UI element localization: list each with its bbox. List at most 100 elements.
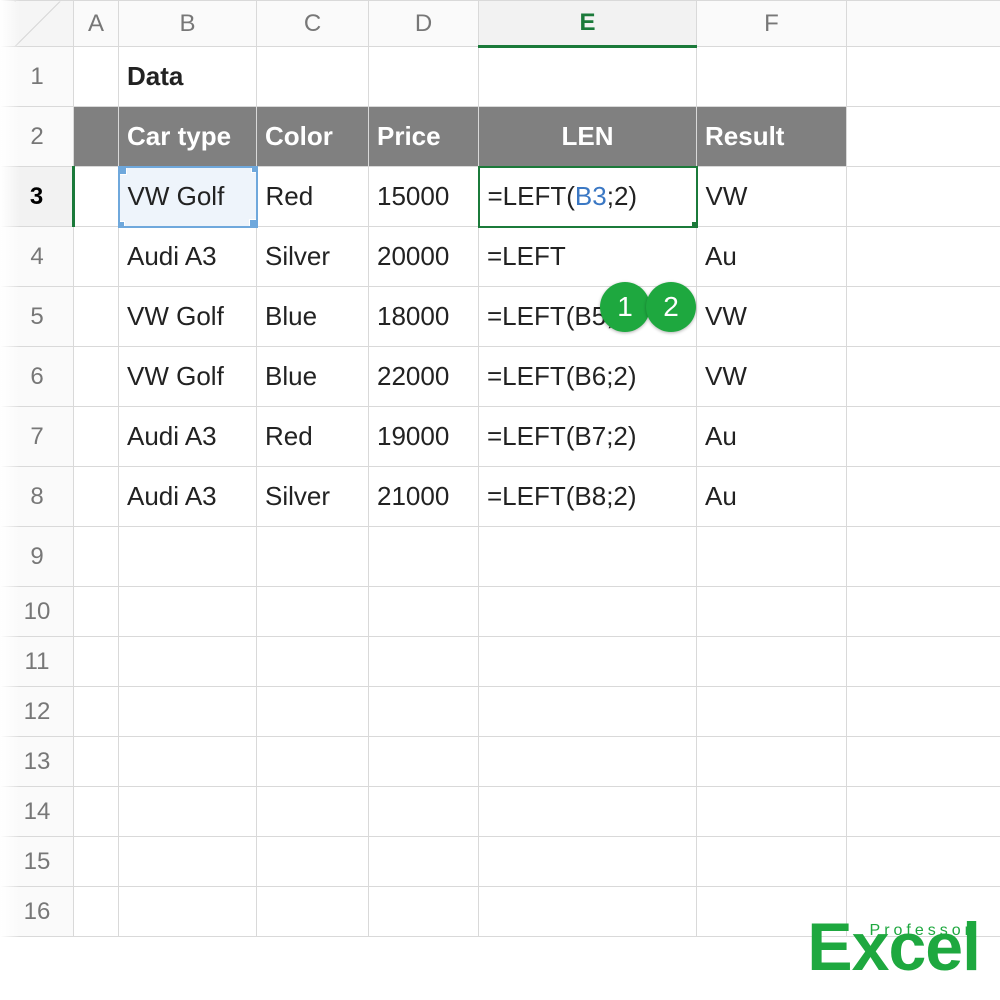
cell-A3[interactable] [74, 167, 119, 227]
cell-B3[interactable]: VW Golf [119, 167, 257, 227]
cell-C3[interactable]: Red [257, 167, 369, 227]
cell-C7[interactable]: Red [257, 407, 369, 467]
col-header-B[interactable]: B [119, 1, 257, 47]
cell-G8[interactable] [847, 467, 1000, 527]
row-header-10[interactable]: 10 [1, 587, 74, 637]
column-header-row: A B C D E F [1, 1, 1000, 47]
cell-A6[interactable] [74, 347, 119, 407]
cell-F4[interactable]: Au [697, 227, 847, 287]
row-header-13[interactable]: 13 [1, 737, 74, 787]
col-header-A[interactable]: A [74, 1, 119, 47]
cell-F6[interactable]: VW [697, 347, 847, 407]
cell-F1[interactable] [697, 47, 847, 107]
cell-G4[interactable] [847, 227, 1000, 287]
cell-F2[interactable]: Result [697, 107, 847, 167]
row-header-5[interactable]: 5 [1, 287, 74, 347]
col-header-F[interactable]: F [697, 1, 847, 47]
row-5: 5 VW Golf Blue 18000 =LEFT(B5;2) VW [1, 287, 1000, 347]
row-header-11[interactable]: 11 [1, 637, 74, 687]
cell-A2[interactable] [74, 107, 119, 167]
row-header-7[interactable]: 7 [1, 407, 74, 467]
cell-D8[interactable]: 21000 [369, 467, 479, 527]
row-12: 12 [1, 687, 1000, 737]
cell-A4[interactable] [74, 227, 119, 287]
cell-C4[interactable]: Silver [257, 227, 369, 287]
row-6: 6 VW Golf Blue 22000 =LEFT(B6;2) VW [1, 347, 1000, 407]
formula-suffix: ;2) [607, 181, 637, 211]
cell-D6[interactable]: 22000 [369, 347, 479, 407]
row-header-2[interactable]: 2 [1, 107, 74, 167]
cell-E6[interactable]: =LEFT(B6;2) [479, 347, 697, 407]
cell-B5[interactable]: VW Golf [119, 287, 257, 347]
cell-E8[interactable]: =LEFT(B8;2) [479, 467, 697, 527]
row-header-4[interactable]: 4 [1, 227, 74, 287]
cell-B1[interactable]: Data [119, 47, 257, 107]
cell-D7[interactable]: 19000 [369, 407, 479, 467]
col-header-D[interactable]: D [369, 1, 479, 47]
cell-D1[interactable] [369, 47, 479, 107]
cell-C6[interactable]: Blue [257, 347, 369, 407]
cell-G1[interactable] [847, 47, 1000, 107]
col-header-E[interactable]: E [479, 1, 697, 47]
cell-A1[interactable] [74, 47, 119, 107]
cell-G7[interactable] [847, 407, 1000, 467]
watermark-logo: Professor Excel [807, 925, 980, 972]
cell-F7[interactable]: Au [697, 407, 847, 467]
cell-D3[interactable]: 15000 [369, 167, 479, 227]
cell-A8[interactable] [74, 467, 119, 527]
select-all-corner[interactable] [1, 1, 74, 47]
cell-D2[interactable]: Price [369, 107, 479, 167]
cell-G5[interactable] [847, 287, 1000, 347]
cell-F3[interactable]: VW [697, 167, 847, 227]
cell-G3[interactable] [847, 167, 1000, 227]
cell-F5[interactable]: VW [697, 287, 847, 347]
row-9: 9 [1, 527, 1000, 587]
watermark-big: Excel [807, 909, 980, 985]
row-14: 14 [1, 787, 1000, 837]
row-4: 4 Audi A3 Silver 20000 =LEFT Au [1, 227, 1000, 287]
cell-C5[interactable]: Blue [257, 287, 369, 347]
cell-B8[interactable]: Audi A3 [119, 467, 257, 527]
cell-F8[interactable]: Au [697, 467, 847, 527]
cell-G6[interactable] [847, 347, 1000, 407]
row-header-1[interactable]: 1 [1, 47, 74, 107]
col-header-C[interactable]: C [257, 1, 369, 47]
row-header-16[interactable]: 16 [1, 887, 74, 937]
row-10: 10 [1, 587, 1000, 637]
row-8: 8 Audi A3 Silver 21000 =LEFT(B8;2) Au [1, 467, 1000, 527]
cell-E7[interactable]: =LEFT(B7;2) [479, 407, 697, 467]
cell-E1[interactable] [479, 47, 697, 107]
formula-prefix: =LEFT( [488, 181, 575, 211]
cell-E4[interactable]: =LEFT [479, 227, 697, 287]
row-header-8[interactable]: 8 [1, 467, 74, 527]
row-1: 1 Data [1, 47, 1000, 107]
cell-C1[interactable] [257, 47, 369, 107]
callout-badge-1: 1 [600, 282, 650, 332]
cell-D4[interactable]: 20000 [369, 227, 479, 287]
cell-B2[interactable]: Car type [119, 107, 257, 167]
row-2: 2 Car type Color Price LEN Result [1, 107, 1000, 167]
cell-C2[interactable]: Color [257, 107, 369, 167]
cell-C8[interactable]: Silver [257, 467, 369, 527]
row-header-9[interactable]: 9 [1, 527, 74, 587]
formula-ref: B3 [575, 181, 607, 211]
cell-A5[interactable] [74, 287, 119, 347]
col-header-G[interactable] [847, 1, 1000, 47]
cell-E2[interactable]: LEN [479, 107, 697, 167]
cell-E3[interactable]: =LEFT(B3;2) [479, 167, 697, 227]
spreadsheet-grid[interactable]: A B C D E F 1 Data 2 Car type Color Pric… [0, 0, 1000, 937]
cell-B6[interactable]: VW Golf [119, 347, 257, 407]
row-header-15[interactable]: 15 [1, 837, 74, 887]
row-header-12[interactable]: 12 [1, 687, 74, 737]
cell-D5[interactable]: 18000 [369, 287, 479, 347]
row-11: 11 [1, 637, 1000, 687]
cell-B7[interactable]: Audi A3 [119, 407, 257, 467]
row-header-14[interactable]: 14 [1, 787, 74, 837]
callout-badge-2: 2 [646, 282, 696, 332]
cell-A7[interactable] [74, 407, 119, 467]
cell-G2[interactable] [847, 107, 1000, 167]
cell-B4[interactable]: Audi A3 [119, 227, 257, 287]
row-7: 7 Audi A3 Red 19000 =LEFT(B7;2) Au [1, 407, 1000, 467]
row-header-3[interactable]: 3 [1, 167, 74, 227]
row-header-6[interactable]: 6 [1, 347, 74, 407]
